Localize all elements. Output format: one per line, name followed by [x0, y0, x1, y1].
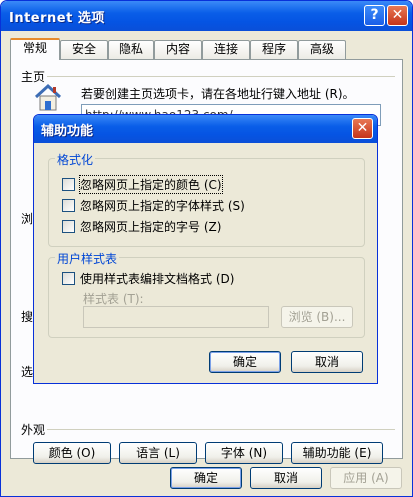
- use-stylesheet-label: 使用样式表编排文档格式 (D): [80, 272, 235, 286]
- accessibility-dialog: 辅助功能 ✕ 格式化 忽略网页上指定的颜色 (C) 忽略网页上指定的字体样式 (…: [33, 114, 378, 384]
- window-title: Internet 选项: [9, 11, 105, 26]
- help-button[interactable]: ?: [364, 5, 385, 26]
- tab-security[interactable]: 安全: [60, 40, 108, 59]
- checkbox-box[interactable]: [62, 178, 75, 191]
- tab-connections[interactable]: 连接: [202, 40, 250, 59]
- checkbox-box[interactable]: [62, 199, 75, 212]
- languages-button[interactable]: 语言 (L): [119, 442, 197, 464]
- use-stylesheet-checkbox[interactable]: 使用样式表编排文档格式 (D): [62, 270, 234, 287]
- close-button[interactable]: ✕: [387, 5, 408, 26]
- tabs-section-label: 选: [21, 365, 34, 379]
- search-section-label: 搜: [21, 310, 34, 324]
- user-stylesheet-group: 用户样式表 使用样式表编排文档格式 (D) 样式表 (T): 浏览 (B)...: [48, 250, 365, 338]
- ignore-font-sizes-checkbox[interactable]: 忽略网页上指定的字号 (Z): [62, 218, 221, 235]
- dialog-cancel-button[interactable]: 取消: [291, 351, 363, 373]
- tab-general[interactable]: 常规: [10, 38, 60, 60]
- colors-button[interactable]: 颜色 (O): [33, 442, 111, 464]
- apply-button[interactable]: 应用 (A): [330, 467, 402, 489]
- appearance-divider: [47, 429, 395, 430]
- format-group-label: 格式化: [55, 151, 96, 168]
- dialog-title: 辅助功能: [41, 124, 94, 139]
- ok-button[interactable]: 确定: [170, 467, 242, 489]
- ignore-colors-checkbox[interactable]: 忽略网页上指定的颜色 (C): [62, 175, 223, 194]
- dialog-ok-button[interactable]: 确定: [209, 351, 281, 373]
- browse-button[interactable]: 浏览 (B)...: [281, 306, 353, 328]
- checkbox-box[interactable]: [62, 220, 75, 233]
- tab-privacy[interactable]: 隐私: [108, 40, 154, 59]
- title-bar[interactable]: Internet 选项 ? ✕: [1, 1, 412, 31]
- accessibility-button[interactable]: 辅助功能 (E): [291, 442, 383, 464]
- home-instruction: 若要创建主页选项卡，请在各地址行键入地址 (R)。: [81, 87, 355, 101]
- user-stylesheet-group-label: 用户样式表: [55, 250, 120, 267]
- fonts-button[interactable]: 字体 (N): [205, 442, 283, 464]
- stylesheet-label: 样式表 (T):: [83, 292, 144, 306]
- dialog-title-bar[interactable]: 辅助功能 ✕: [34, 115, 377, 143]
- ignore-colors-label: 忽略网页上指定的颜色 (C): [79, 175, 223, 194]
- ignore-font-sizes-label: 忽略网页上指定的字号 (Z): [80, 220, 222, 234]
- ignore-font-styles-checkbox[interactable]: 忽略网页上指定的字体样式 (S): [62, 197, 245, 214]
- stylesheet-input[interactable]: [83, 306, 269, 328]
- appearance-section-label: 外观: [21, 423, 46, 437]
- format-group: 格式化 忽略网页上指定的颜色 (C) 忽略网页上指定的字体样式 (S) 忽略网页…: [48, 151, 365, 247]
- home-divider: [47, 76, 395, 77]
- cancel-button[interactable]: 取消: [250, 467, 322, 489]
- browsing-section-label: 浏: [21, 212, 34, 226]
- tab-programs[interactable]: 程序: [250, 40, 298, 59]
- ignore-font-styles-label: 忽略网页上指定的字体样式 (S): [80, 199, 245, 213]
- tab-content[interactable]: 内容: [154, 40, 202, 59]
- tab-advanced[interactable]: 高级: [298, 40, 346, 59]
- dialog-close-button[interactable]: ✕: [352, 118, 373, 139]
- house-icon: [34, 83, 62, 111]
- dialog-body: 格式化 忽略网页上指定的颜色 (C) 忽略网页上指定的字体样式 (S) 忽略网页…: [37, 143, 374, 382]
- checkbox-box[interactable]: [62, 272, 75, 285]
